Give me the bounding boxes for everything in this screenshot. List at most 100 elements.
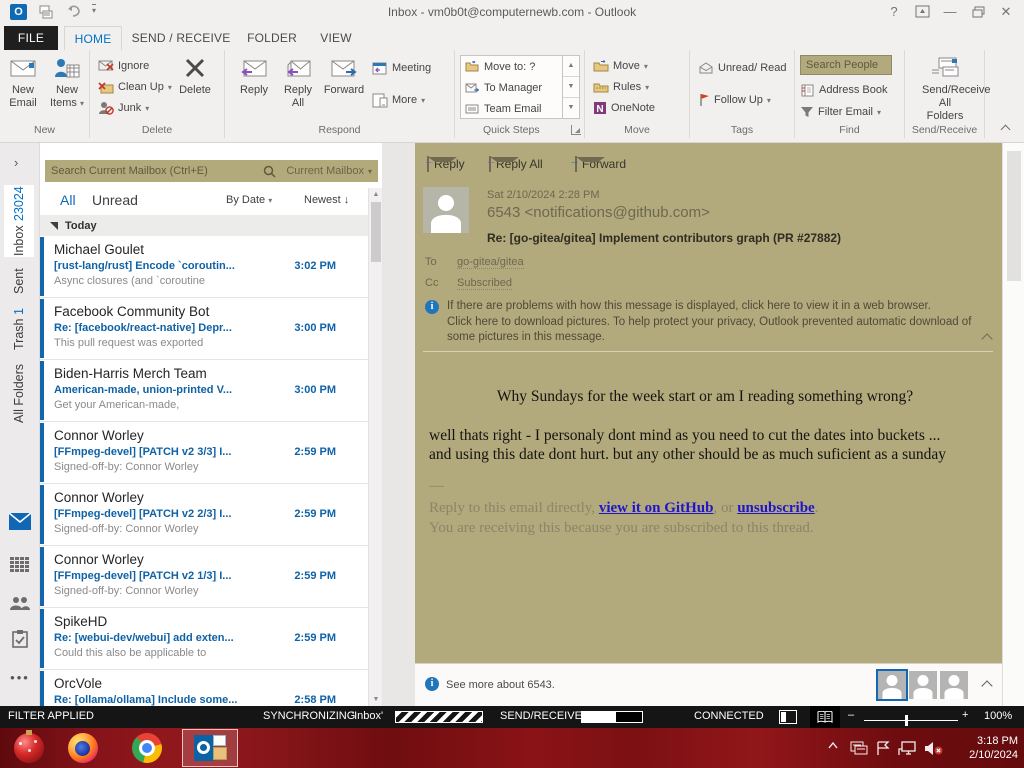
tasks-module-icon[interactable] xyxy=(9,629,31,649)
expand-sidebar-icon[interactable]: › xyxy=(14,155,18,170)
reply-all-inline-button[interactable]: ← Reply All xyxy=(486,155,543,172)
restore-button[interactable] xyxy=(966,2,990,22)
ignore-button[interactable]: Ignore xyxy=(98,56,149,76)
collapse-info-bar-icon[interactable] xyxy=(981,333,993,345)
forward-inline-button[interactable]: → Forward xyxy=(569,155,626,172)
quick-steps-scrollbar[interactable]: ▲ ▼ ▼ xyxy=(562,56,579,118)
email-list-item[interactable]: Connor Worley [FFmpeg-devel] [PATCH v2 3… xyxy=(40,422,368,484)
delete-button[interactable]: Delete xyxy=(172,54,218,97)
new-email-button[interactable]: New Email xyxy=(0,54,46,110)
meeting-button[interactable]: Meeting xyxy=(371,58,431,78)
collapse-ribbon-icon[interactable] xyxy=(1000,124,1011,136)
tray-volume-muted-icon[interactable] xyxy=(924,741,944,756)
tab-send-receive[interactable]: SEND / RECEIVE xyxy=(128,26,234,50)
taskbar-clock[interactable]: 3:18 PM 2/10/2024 xyxy=(969,734,1018,762)
people-pane-avatar[interactable] xyxy=(940,671,968,699)
people-pane-avatar[interactable] xyxy=(909,671,937,699)
gallery-more-icon[interactable]: ▼ xyxy=(563,98,579,118)
email-list-item[interactable]: SpikeHD Re: [webui-dev/webui] add exten.… xyxy=(40,608,368,670)
sort-order-toggle[interactable]: Newest ↓ xyxy=(304,194,349,206)
view-on-github-link[interactable]: view it on GitHub xyxy=(599,500,714,516)
unread-read-button[interactable]: Unread/ Read xyxy=(698,58,787,78)
scrollbar-thumb[interactable] xyxy=(1007,151,1021,281)
tray-flag-icon[interactable] xyxy=(876,741,890,756)
ribbon-display-options-button[interactable] xyxy=(910,2,934,22)
send-receive-all-button[interactable]: Send/Receive All Folders xyxy=(922,54,991,123)
calendar-module-icon[interactable] xyxy=(9,555,31,575)
follow-up-button[interactable]: Follow Up ▾ xyxy=(698,90,771,110)
junk-button[interactable]: Junk ▾ xyxy=(98,98,149,118)
filter-email-button[interactable]: Filter Email ▾ xyxy=(800,102,881,122)
to-value[interactable]: go-gitea/gitea xyxy=(457,256,524,269)
onenote-button[interactable]: N OneNote xyxy=(593,98,655,118)
scrollbar-thumb[interactable] xyxy=(371,202,381,262)
mail-list-scrollbar[interactable]: ▲ ▼ xyxy=(368,188,382,706)
group-header-today[interactable]: Today xyxy=(40,215,368,236)
address-book-button[interactable]: Address Book xyxy=(800,80,887,100)
ornament-start-icon[interactable] xyxy=(14,730,44,763)
help-button[interactable]: ? xyxy=(882,2,906,22)
reply-inline-button[interactable]: ← Reply xyxy=(424,155,465,172)
filter-all[interactable]: All xyxy=(60,192,76,208)
search-people-input[interactable]: Search People xyxy=(800,55,892,75)
chrome-icon[interactable] xyxy=(132,733,162,763)
dropdown-caret: ▾ xyxy=(877,107,882,117)
firefox-icon[interactable] xyxy=(68,733,98,763)
sidebar-item-sent[interactable]: Sent xyxy=(4,263,34,299)
tray-mail-icon[interactable] xyxy=(850,741,868,755)
message-info-bar[interactable]: i If there are problems with how this me… xyxy=(425,299,981,343)
zoom-out-button[interactable]: – xyxy=(848,709,854,721)
normal-view-button[interactable] xyxy=(779,710,797,724)
filter-unread[interactable]: Unread xyxy=(92,192,138,208)
new-items-button[interactable]: New Items ▾ xyxy=(44,54,90,110)
outlook-taskbar-button[interactable] xyxy=(182,729,238,767)
scroll-up-icon[interactable]: ▲ xyxy=(563,56,579,77)
reply-all-button[interactable]: Reply All xyxy=(275,54,321,110)
zoom-slider-track[interactable] xyxy=(864,720,958,721)
tab-file[interactable]: FILE xyxy=(4,26,58,50)
search-mailbox-input[interactable]: Search Current Mailbox (Ctrl+E) Current … xyxy=(45,160,378,182)
zoom-slider-thumb[interactable] xyxy=(905,715,908,726)
scroll-down-icon[interactable]: ▼ xyxy=(563,77,579,98)
zoom-in-button[interactable]: + xyxy=(962,709,968,721)
tab-home[interactable]: HOME xyxy=(64,26,122,50)
clean-up-button[interactable]: Clean Up ▾ xyxy=(98,77,172,97)
tab-folder[interactable]: FOLDER xyxy=(240,26,304,50)
see-more-link[interactable]: See more about 6543. xyxy=(446,679,555,691)
reading-pane-scrollbar[interactable] xyxy=(1002,143,1024,706)
search-scope-dropdown[interactable]: Current Mailbox xyxy=(286,165,364,177)
cc-value[interactable]: Subscribed xyxy=(457,277,513,290)
people-pane-avatar[interactable] xyxy=(876,669,908,701)
email-list-item[interactable]: Connor Worley [FFmpeg-devel] [PATCH v2 1… xyxy=(40,546,368,608)
sidebar-item-trash[interactable]: Trash 1 xyxy=(4,305,34,353)
more-respond-button[interactable]: More ▾ xyxy=(371,90,425,110)
forward-button[interactable]: Forward xyxy=(321,54,367,97)
email-list-item[interactable]: Connor Worley [FFmpeg-devel] [PATCH v2 2… xyxy=(40,484,368,546)
email-list-item[interactable]: OrcVole Re: [ollama/ollama] Include some… xyxy=(40,670,368,706)
rules-button[interactable]: Rules ▾ xyxy=(593,77,649,97)
email-list-item[interactable]: Biden-Harris Merch Team American-made, u… xyxy=(40,360,368,422)
email-list-item[interactable]: Michael Goulet [rust-lang/rust] Encode `… xyxy=(40,236,368,298)
close-button[interactable]: ✕ xyxy=(994,2,1018,22)
sidebar-item-inbox[interactable]: Inbox 23024 xyxy=(4,185,34,257)
zoom-level[interactable]: 100% xyxy=(984,710,1012,722)
collapse-people-pane-icon[interactable] xyxy=(981,680,993,692)
reading-view-button[interactable] xyxy=(810,706,840,728)
more-modules-icon[interactable]: ••• xyxy=(9,667,31,687)
mail-module-icon[interactable] xyxy=(9,511,31,531)
move-button[interactable]: Move ▾ xyxy=(593,56,648,76)
tab-view[interactable]: VIEW xyxy=(310,26,362,50)
reply-button[interactable]: Reply xyxy=(231,54,277,97)
email-list-item[interactable]: Facebook Community Bot Re: [facebook/rea… xyxy=(40,298,368,360)
minimize-button[interactable]: — xyxy=(938,2,962,22)
sidebar-item-all-folders[interactable]: All Folders xyxy=(4,359,34,427)
message-sender[interactable]: 6543 <notifications@github.com> xyxy=(487,204,710,221)
people-module-icon[interactable] xyxy=(9,593,31,613)
filter-applied-status[interactable]: FILTER APPLIED xyxy=(8,710,94,722)
show-hidden-icons-button[interactable] xyxy=(828,741,838,749)
tray-network-icon[interactable] xyxy=(898,741,916,756)
scroll-up-icon[interactable]: ▲ xyxy=(369,188,383,201)
unsubscribe-link[interactable]: unsubscribe xyxy=(737,500,815,516)
scroll-down-icon[interactable]: ▼ xyxy=(369,693,383,706)
sort-by-dropdown[interactable]: By Date ▾ xyxy=(226,194,272,206)
